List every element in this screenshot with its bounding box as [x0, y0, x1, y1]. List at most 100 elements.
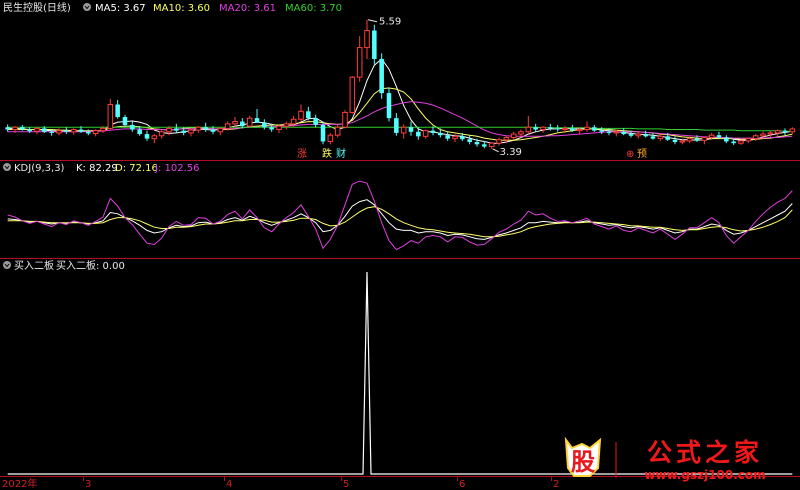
candle-body-down	[555, 128, 560, 130]
candle	[188, 128, 194, 137]
candle-body-up	[400, 126, 407, 134]
candle	[745, 137, 752, 144]
candle	[738, 139, 744, 145]
candle-body-up	[452, 135, 458, 140]
indicator-title: 买入二板	[14, 259, 54, 272]
candle-body-down	[570, 128, 575, 131]
candle	[122, 114, 128, 128]
candle-body-down	[643, 134, 648, 137]
low-annotation-leader	[492, 148, 499, 153]
candle-body-down	[386, 93, 392, 119]
candle-body-up	[70, 129, 77, 133]
candle-body-down	[27, 129, 32, 132]
candle-body-up	[276, 125, 282, 131]
candle	[364, 19, 370, 59]
candle-body-down	[269, 127, 274, 130]
kdj-j-label: J: 102.56	[154, 163, 200, 174]
candle	[342, 110, 348, 129]
candle-body-up	[158, 131, 165, 137]
candle-body-up	[151, 135, 158, 140]
x-tick-4: 4	[226, 479, 232, 490]
candle	[496, 137, 502, 146]
kdj-k-label: K: 82.29	[76, 163, 118, 174]
candle	[320, 121, 326, 145]
kdj-line-k	[7, 199, 793, 240]
candle	[246, 115, 253, 128]
candle	[174, 123, 179, 133]
candle-body-down	[724, 137, 729, 142]
ma-line-ma5	[7, 58, 793, 144]
candle	[5, 124, 10, 132]
candle-body-down	[460, 136, 465, 140]
candle-body-up	[774, 130, 781, 134]
candle-body-up	[503, 136, 510, 141]
candle	[115, 99, 120, 119]
candle-body-down	[782, 130, 788, 132]
candle-body-up	[12, 126, 18, 131]
candle-body-up	[510, 133, 517, 138]
candle-body-up	[232, 121, 238, 125]
x-tick-year: 2022年	[2, 477, 37, 490]
candle-body-up	[100, 127, 106, 132]
candle	[386, 87, 392, 122]
candle-body-down	[174, 128, 179, 131]
candle-body-down	[86, 131, 91, 134]
candle-body-up	[364, 30, 370, 49]
candle-body-up	[290, 118, 297, 125]
x-tick-5: 5	[343, 479, 349, 490]
candle-body-up	[701, 136, 708, 141]
candle-body-down	[650, 136, 656, 139]
kdj-line-j	[7, 180, 793, 251]
candle	[592, 124, 597, 132]
candle	[327, 132, 334, 145]
candle-body-down	[78, 129, 84, 132]
stock-chart-window: 民生控股(日线) MA5: 3.67 MA10: 3.60 MA20: 3.61…	[0, 0, 800, 490]
kdj-settings-icon[interactable]	[3, 163, 11, 171]
candle	[334, 124, 341, 138]
candle-body-down	[716, 135, 722, 138]
candle-body-down	[181, 130, 186, 133]
candle-body-down	[306, 111, 311, 119]
candle	[144, 130, 150, 141]
chart-canvas[interactable]: 民生控股(日线) MA5: 3.67 MA10: 3.60 MA20: 3.61…	[0, 0, 800, 490]
candle	[767, 130, 774, 138]
candle-body-up	[708, 134, 715, 138]
candle	[262, 119, 267, 130]
candle	[298, 104, 304, 122]
x-tick-3: 3	[85, 479, 91, 490]
candle-body-down	[599, 130, 604, 132]
candle-body-up	[334, 126, 341, 136]
candle	[525, 115, 532, 135]
indicator-settings-icon[interactable]	[3, 261, 11, 269]
candle-body-up	[92, 130, 99, 134]
candle-body-down	[379, 58, 384, 94]
candle	[635, 131, 642, 139]
price-panel-title: 民生控股(日线)	[3, 1, 71, 14]
kdj-lines	[7, 180, 793, 251]
candle-body-down	[210, 129, 216, 132]
low-price-annotation: 3.39	[500, 147, 522, 158]
settings-circle-icon[interactable]	[83, 3, 91, 11]
candle-body-up	[283, 123, 290, 127]
ma20-label: MA20: 3.61	[219, 3, 276, 14]
marker-plus: ⊕	[626, 149, 634, 160]
candle	[584, 121, 590, 132]
candle	[70, 128, 77, 135]
candle-body-up	[188, 129, 194, 134]
candle	[356, 36, 363, 82]
marker-yu: 预	[637, 148, 647, 160]
candle-body-up	[760, 133, 766, 137]
candle	[774, 129, 781, 136]
candle-body-down	[694, 138, 700, 141]
moving-average-lines	[7, 58, 793, 144]
candle-body-down	[394, 118, 399, 133]
candle	[650, 132, 656, 140]
candle-body-up	[562, 127, 568, 131]
candle-body-up	[738, 140, 744, 144]
candle	[672, 136, 678, 145]
candle	[158, 129, 165, 139]
candle	[56, 128, 62, 136]
candle-body-down	[467, 139, 472, 143]
x-tick-2: 2	[553, 479, 559, 490]
candle-body-down	[240, 121, 245, 127]
